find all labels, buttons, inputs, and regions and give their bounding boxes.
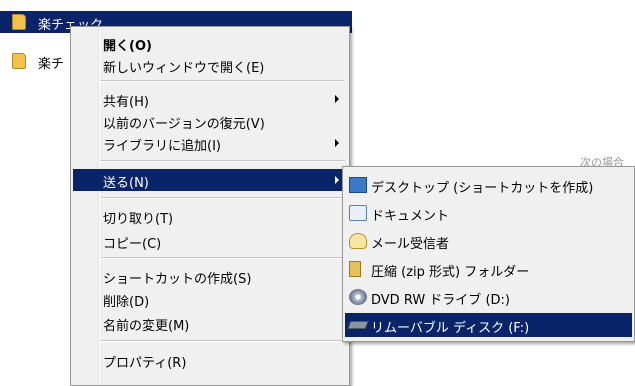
folder-icon xyxy=(12,53,26,69)
removable-disk-icon xyxy=(347,321,369,329)
documents-icon xyxy=(349,205,367,221)
dvd-drive-icon xyxy=(349,289,367,305)
submenu-arrow-icon xyxy=(335,95,339,103)
file-item-2[interactable]: 楽チ xyxy=(0,50,70,72)
menu-item-open[interactable]: 開く(O) xyxy=(73,32,347,54)
send-to-desktop[interactable]: デスクトップ (ショートカットを作成) xyxy=(345,173,632,197)
context-menu: 開く(O) 新しいウィンドウで開く(E) 共有(H) 以前のバージョンの復元(V… xyxy=(70,26,350,386)
file-label: 楽チ xyxy=(38,57,65,72)
menu-item-copy[interactable]: コピー(C) xyxy=(73,230,347,252)
menu-separator xyxy=(101,160,345,162)
menu-separator xyxy=(101,197,345,199)
menu-item-restore-previous[interactable]: 以前のバージョンの復元(V) xyxy=(73,110,347,132)
menu-item-delete[interactable]: 削除(D) xyxy=(73,288,347,310)
submenu-arrow-icon xyxy=(335,139,339,147)
menu-item-add-to-library[interactable]: ライブラリに追加(I) xyxy=(73,132,347,154)
menu-item-send-to[interactable]: 送る(N) xyxy=(73,169,347,191)
desktop-icon xyxy=(349,177,367,193)
menu-item-share[interactable]: 共有(H) xyxy=(73,88,347,110)
send-to-zip-folder[interactable]: 圧縮 (zip 形式) フォルダー xyxy=(345,257,632,281)
send-to-submenu: デスクトップ (ショートカットを作成) ドキュメント メール受信者 圧縮 (zi… xyxy=(342,166,635,342)
zip-folder-icon xyxy=(349,261,361,277)
menu-item-rename[interactable]: 名前の変更(M) xyxy=(73,312,347,334)
menu-separator xyxy=(101,257,345,259)
send-to-mail-recipient[interactable]: メール受信者 xyxy=(345,229,632,253)
submenu-arrow-icon xyxy=(335,176,339,184)
menu-item-create-shortcut[interactable]: ショートカットの作成(S) xyxy=(73,265,347,287)
folder-icon xyxy=(12,14,26,30)
send-to-removable-disk[interactable]: リムーバブル ディスク (F:) xyxy=(345,313,632,337)
send-to-documents[interactable]: ドキュメント xyxy=(345,201,632,225)
menu-separator xyxy=(101,340,345,342)
send-to-dvd-drive[interactable]: DVD RW ドライブ (D:) xyxy=(345,285,632,309)
menu-item-open-new-window[interactable]: 新しいウィンドウで開く(E) xyxy=(73,54,347,76)
mail-icon xyxy=(349,233,367,249)
menu-item-cut[interactable]: 切り取り(T) xyxy=(73,205,347,227)
menu-item-properties[interactable]: プロパティ(R) xyxy=(73,349,347,371)
menu-separator xyxy=(101,80,345,82)
